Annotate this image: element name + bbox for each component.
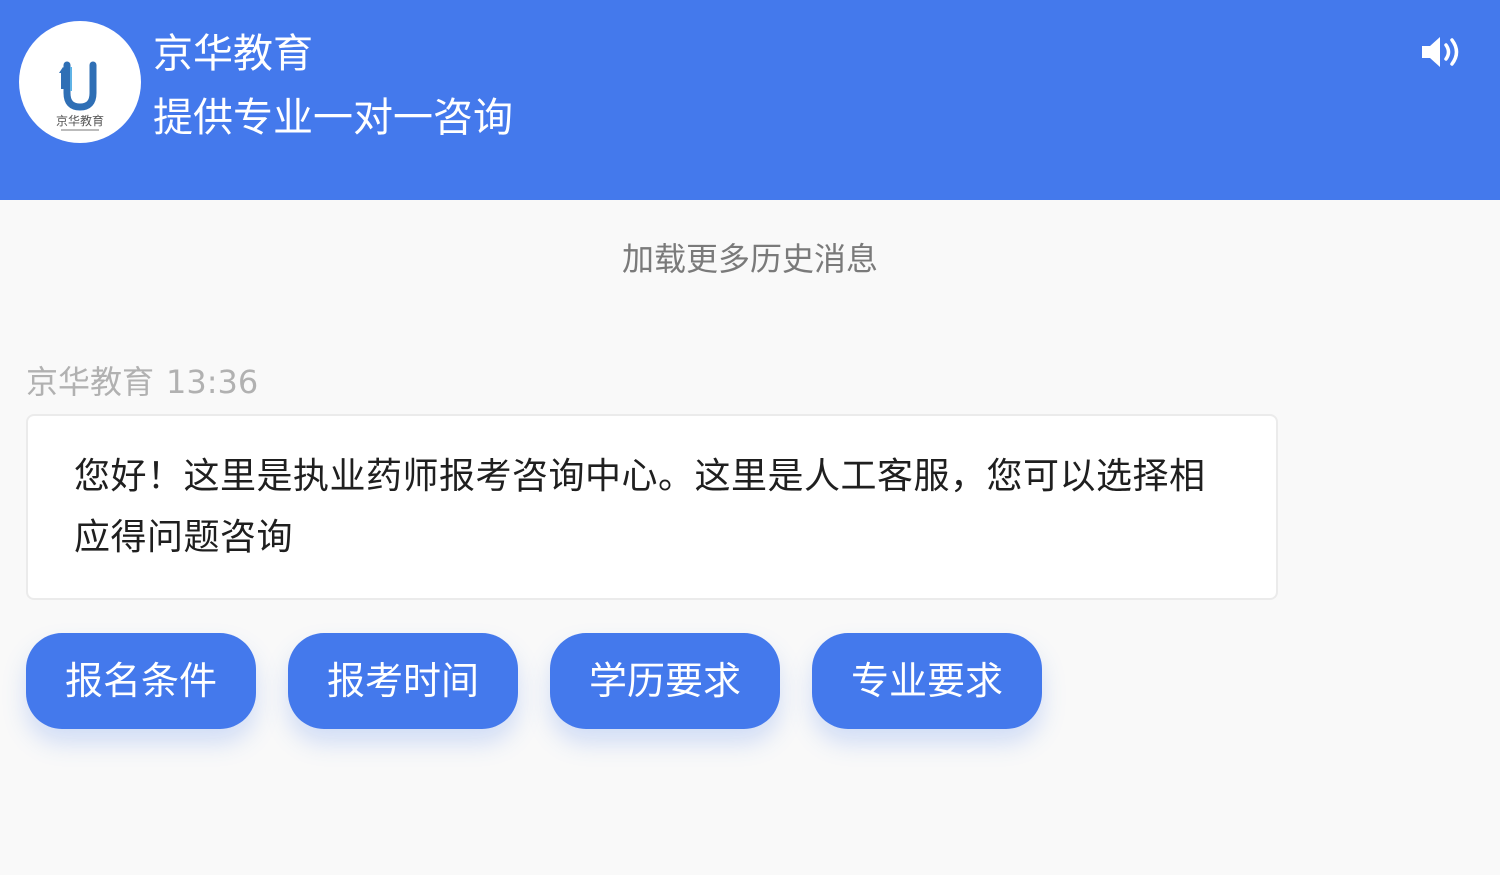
message-meta: 京华教育 13:36 <box>26 360 258 404</box>
load-more-history-link[interactable]: 加载更多历史消息 <box>0 236 1500 282</box>
jinghua-logo-icon: 京华教育 <box>56 61 104 131</box>
quick-reply-education-requirements-button[interactable]: 学历要求 <box>550 633 780 729</box>
header-subtitle: 提供专业一对一咨询 <box>153 95 513 141</box>
agent-avatar: 京华教育 <box>19 21 141 143</box>
message-bubble: 您好！这里是执业药师报考咨询中心。这里是人工客服，您可以选择相应得问题咨询 <box>26 414 1278 600</box>
message-sender: 京华教育 <box>26 363 155 401</box>
quick-reply-major-requirements-button[interactable]: 专业要求 <box>812 633 1042 729</box>
logo-text: 京华教育 <box>56 113 104 128</box>
header-title: 京华教育 <box>153 31 313 77</box>
message-text: 您好！这里是执业药师报考咨询中心。这里是人工客服，您可以选择相应得问题咨询 <box>74 456 1206 558</box>
chat-page: 京华教育 京华教育 提供专业一对一咨询 加载更多历史消息 京华教育 13:36 您… <box>0 0 1500 875</box>
quick-reply-registration-conditions-button[interactable]: 报名条件 <box>26 633 256 729</box>
chat-header: 京华教育 京华教育 提供专业一对一咨询 <box>0 0 1500 200</box>
speaker-icon <box>1422 37 1459 67</box>
sound-toggle-button[interactable] <box>1418 32 1466 72</box>
message-time: 13:36 <box>166 363 259 401</box>
quick-reply-exam-time-button[interactable]: 报考时间 <box>288 633 518 729</box>
